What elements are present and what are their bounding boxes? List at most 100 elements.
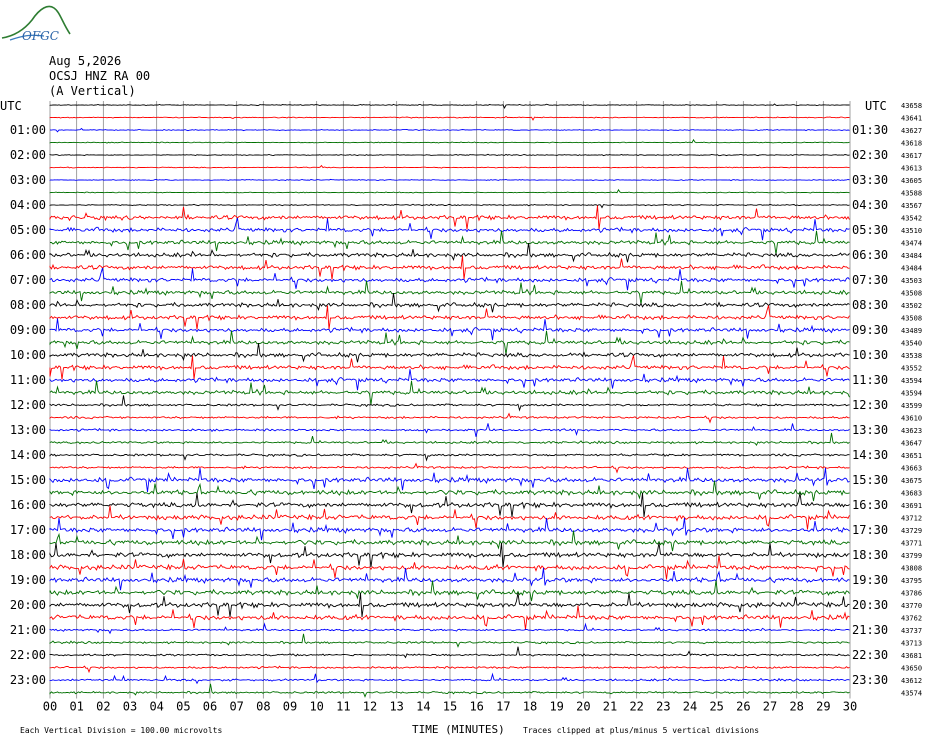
trace-offset-label: 43612 [901,677,922,685]
right-hour-label: 16:30 [852,498,888,512]
x-tick-label: 04 [149,700,163,714]
right-hour-label: 06:30 [852,248,888,262]
x-tick-label: 20 [576,700,590,714]
trace-offset-label: 43650 [901,665,922,673]
trace-offset-label: 43729 [901,527,922,535]
x-tick-label: 06 [203,700,217,714]
trace-offset-label: 43799 [901,552,922,560]
left-hour-label: 15:00 [10,473,46,487]
trace-offset-label: 43683 [901,490,922,498]
left-hour-label: 18:00 [10,548,46,562]
trace-offset-label: 43663 [901,465,922,473]
trace-offset-label: 43599 [901,402,922,410]
right-hour-label: 05:30 [852,223,888,237]
trace-offset-label: 43489 [901,327,922,335]
right-hour-label: 12:30 [852,398,888,412]
trace-offset-label: 43808 [901,565,922,573]
trace-offset-label: 43567 [901,202,922,210]
right-hour-label: 07:30 [852,273,888,287]
left-utc-label: UTC [0,99,22,113]
trace-offset-label: 43771 [901,540,922,548]
left-hour-label: 09:00 [10,323,46,337]
left-hour-label: 12:00 [10,398,46,412]
trace-offset-label: 43691 [901,502,922,510]
left-hour-label: 05:00 [10,223,46,237]
trace-offset-label: 43713 [901,640,922,648]
left-hour-label: 22:00 [10,648,46,662]
trace-offset-label: 43484 [901,252,922,260]
x-tick-label: 30 [843,700,857,714]
x-tick-label: 01 [69,700,83,714]
trace-offset-label: 43594 [901,390,922,398]
right-hour-label: 23:30 [852,673,888,687]
x-tick-label: 09 [283,700,297,714]
x-axis-title: TIME (MINUTES) [412,723,505,736]
right-hour-label: 14:30 [852,448,888,462]
right-hour-label: 22:30 [852,648,888,662]
x-tick-label: 25 [709,700,723,714]
left-hour-label: 14:00 [10,448,46,462]
left-hour-label: 20:00 [10,598,46,612]
right-hour-label: 08:30 [852,298,888,312]
x-tick-label: 17 [496,700,510,714]
x-tick-label: 29 [816,700,830,714]
x-tick-label: 07 [229,700,243,714]
right-hour-label: 04:30 [852,198,888,212]
left-hour-label: 07:00 [10,273,46,287]
left-hour-label: 02:00 [10,148,46,162]
trace-offset-label: 43502 [901,302,922,310]
right-hour-label: 17:30 [852,523,888,537]
trace-offset-label: 43762 [901,615,922,623]
trace-offset-label: 43737 [901,627,922,635]
right-hour-label: 10:30 [852,348,888,362]
x-tick-label: 16 [469,700,483,714]
right-hour-label: 21:30 [852,623,888,637]
trace-offset-label: 43627 [901,127,922,135]
footer-division-note: Each Vertical Division = 100.00 microvol… [20,726,222,735]
right-hour-label: 11:30 [852,373,888,387]
right-hour-label: 13:30 [852,423,888,437]
x-tick-label: 22 [629,700,643,714]
trace-offset-label: 43474 [901,240,922,248]
trace-offset-label: 43610 [901,415,922,423]
trace-offset-label: 43770 [901,602,922,610]
trace-offset-label: 43538 [901,352,922,360]
trace-offset-label: 43508 [901,290,922,298]
trace-offset-label: 43658 [901,102,922,110]
right-hour-label: 18:30 [852,548,888,562]
left-hour-label: 10:00 [10,348,46,362]
left-hour-label: 21:00 [10,623,46,637]
trace-offset-label: 43675 [901,477,922,485]
trace-offset-label: 43641 [901,115,922,123]
trace-offset-label: 43594 [901,377,922,385]
trace-offset-label: 43617 [901,152,922,160]
left-hour-label: 13:00 [10,423,46,437]
left-hour-label: 17:00 [10,523,46,537]
right-utc-label: UTC [865,99,887,113]
x-tick-label: 21 [603,700,617,714]
x-tick-label: 19 [549,700,563,714]
right-hour-label: 15:30 [852,473,888,487]
x-tick-label: 00 [43,700,57,714]
right-hour-label: 20:30 [852,598,888,612]
trace-offset-label: 43574 [901,690,922,698]
trace-offset-label: 43651 [901,452,922,460]
left-hour-label: 04:00 [10,198,46,212]
x-tick-label: 27 [763,700,777,714]
trace-offset-label: 43618 [901,140,922,148]
trace-offset-label: 43605 [901,177,922,185]
trace-offset-label: 43484 [901,265,922,273]
trace-offset-label: 43503 [901,277,922,285]
trace-offset-label: 43681 [901,652,922,660]
x-tick-label: 05 [176,700,190,714]
x-tick-label: 03 [123,700,137,714]
trace-offset-label: 43795 [901,577,922,585]
left-hour-label: 06:00 [10,248,46,262]
x-tick-label: 26 [736,700,750,714]
trace-offset-label: 43588 [901,190,922,198]
trace-offset-label: 43540 [901,340,922,348]
right-hour-label: 19:30 [852,573,888,587]
x-tick-label: 24 [683,700,697,714]
x-tick-label: 15 [443,700,457,714]
left-hour-label: 03:00 [10,173,46,187]
